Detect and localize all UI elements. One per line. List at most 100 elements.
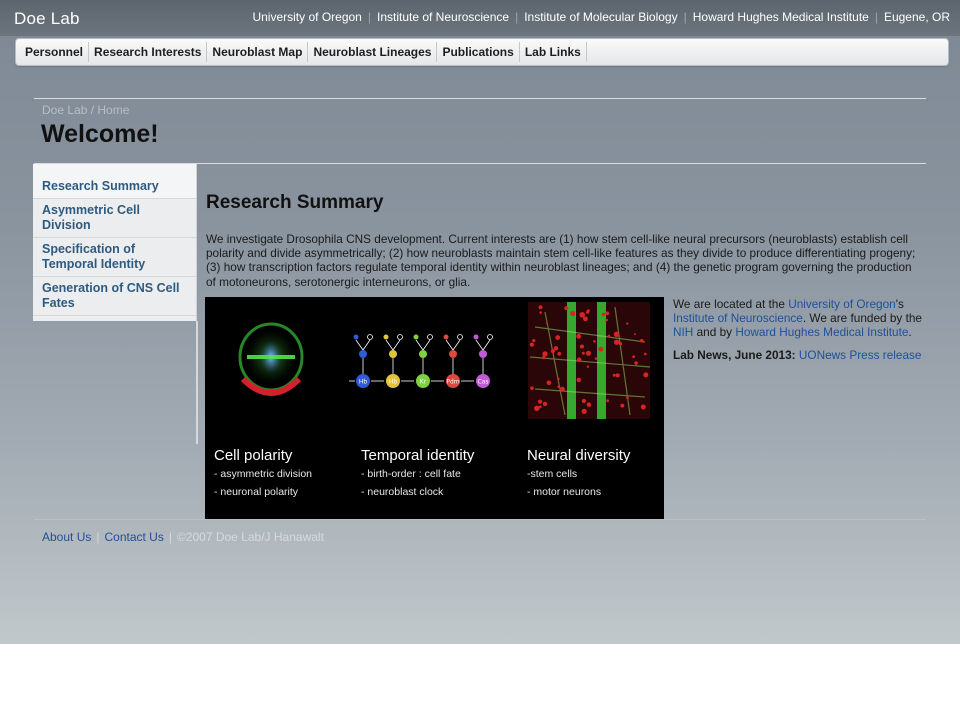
affiliation-link-university-of-oregon[interactable]: University of Oregon <box>252 10 361 24</box>
breadcrumb-root-link[interactable]: Doe Lab <box>42 103 87 117</box>
cell-dot <box>557 351 562 356</box>
cell-dot <box>626 322 629 325</box>
sidebar-item-cns-cell-fates[interactable]: Generation of CNS Cell Fates <box>33 277 196 316</box>
cell-dot <box>530 386 534 390</box>
cell-dot <box>605 311 610 316</box>
footer-contact-link[interactable]: Contact Us <box>104 530 163 544</box>
cell-dot <box>559 386 565 392</box>
figure-panel-heading: Cell polarity <box>214 447 293 464</box>
footer-about-link[interactable]: About Us <box>42 530 91 544</box>
info-text: 's <box>895 297 904 311</box>
info-text: and by <box>693 324 736 339</box>
cell-dot <box>553 346 559 351</box>
info-text: . <box>908 324 912 339</box>
breadcrumb: Doe Lab / Home <box>42 103 129 117</box>
sidebar-item-asymmetric-cell-division[interactable]: Asymmetric Cell Division <box>33 199 196 238</box>
info-text: . We are funded by the <box>802 310 922 325</box>
separator: | <box>683 10 687 24</box>
affiliation-links: University of Oregon | Institute of Neur… <box>252 10 950 24</box>
cell-dot <box>576 377 581 383</box>
figure-panel-neural-diversity: Neural diversity -stem cells - motor neu… <box>527 447 630 501</box>
research-summary-text: We investigate Drosophila CNS developmen… <box>206 232 916 289</box>
cell-dot <box>606 399 609 403</box>
cell-dot <box>546 380 552 386</box>
factor-node-small <box>427 334 433 340</box>
affiliation-link-hhmi[interactable]: Howard Hughes Medical Institute <box>693 10 869 24</box>
cell-dot <box>576 357 582 362</box>
page-background: Doe Lab University of Oregon | Institute… <box>0 0 960 644</box>
top-header: Doe Lab University of Oregon | Institute… <box>0 0 960 36</box>
location-paragraph: We are located at the University of Oreg… <box>673 297 923 339</box>
factor-node-mid <box>479 350 487 358</box>
cell-dot <box>601 312 606 317</box>
nav-item-neuroblast-lineages[interactable]: Neuroblast Lineages <box>308 42 438 62</box>
factor-node-mid <box>449 350 457 358</box>
cell-dot <box>586 310 590 314</box>
cell-dot <box>634 361 638 365</box>
news-label: Lab News, June 2013: <box>673 348 796 363</box>
cell-dot <box>634 333 636 336</box>
nav-item-lab-links[interactable]: Lab Links <box>520 42 587 62</box>
nav-item-publications[interactable]: Publications <box>437 42 520 62</box>
cell-dot <box>557 377 560 381</box>
cell-dot <box>538 405 542 409</box>
cell-dot <box>612 373 616 377</box>
cell-dot <box>580 344 584 349</box>
factor-label: Pdm <box>446 379 459 386</box>
page-title: Welcome! <box>41 120 159 148</box>
separator: | <box>168 530 172 544</box>
nav-item-research-interests[interactable]: Research Interests <box>89 42 208 62</box>
factor-branch <box>355 339 371 351</box>
nav-item-neuroblast-map[interactable]: Neuroblast Map <box>207 42 309 62</box>
figure-panel-line: - motor neurons <box>527 486 602 498</box>
cell-dot <box>581 351 585 355</box>
factor-node-small <box>367 334 373 340</box>
link-nih[interactable]: NIH <box>673 325 693 339</box>
cell-dot <box>557 385 560 388</box>
link-university-of-oregon[interactable]: University of Oregon <box>788 297 896 311</box>
cell-dot <box>640 404 646 410</box>
cell-dot <box>586 350 591 356</box>
cell-dot <box>613 331 620 337</box>
news-press-release-link[interactable]: UONews Press release <box>799 348 922 362</box>
figure-panel-line: -stem cells <box>527 468 578 480</box>
factor-label: Cas <box>478 379 489 386</box>
link-hhmi[interactable]: Howard Hughes Medical Institute <box>735 325 908 339</box>
cell-dot <box>614 339 620 345</box>
cell-dot <box>550 349 555 354</box>
factor-branch <box>415 339 431 351</box>
cell-dot <box>586 365 590 368</box>
figure-panel-line: - neuronal polarity <box>214 486 299 498</box>
cell-polarity-image <box>238 322 304 396</box>
divider <box>34 98 926 99</box>
factor-node-small <box>443 334 449 340</box>
cell-dot <box>594 357 598 360</box>
sidebar-item-research-summary[interactable]: Research Summary <box>33 164 196 199</box>
factor-node-small <box>397 334 403 340</box>
factor-node-mid <box>359 350 367 358</box>
factor-node-mid <box>389 350 397 358</box>
figure-panel-line: - birth-order : cell fate <box>361 468 461 480</box>
site-title[interactable]: Doe Lab <box>14 9 80 29</box>
cell-dot <box>607 334 611 338</box>
sidebar-item-temporal-identity[interactable]: Specification of Temporal Identity <box>33 238 196 277</box>
factor-node-small <box>457 334 463 340</box>
cell-dot <box>564 306 569 311</box>
cell-dot <box>619 342 623 346</box>
copyright-text: ©2007 Doe Lab/J Hanawalt <box>176 530 324 544</box>
link-institute-of-neuroscience[interactable]: Institute of Neuroscience <box>673 311 803 325</box>
cell-dot <box>581 408 587 414</box>
factor-node-small <box>353 334 359 340</box>
factor-node-small <box>383 334 389 340</box>
neural-diversity-image <box>528 302 651 419</box>
cell-dot <box>532 339 536 343</box>
cell-dot <box>586 402 592 407</box>
cell-dot <box>643 372 649 378</box>
factor-label: Kr <box>420 379 427 386</box>
nav-item-personnel[interactable]: Personnel <box>20 42 90 62</box>
separator: | <box>367 10 371 24</box>
affiliation-link-institute-of-neuroscience[interactable]: Institute of Neuroscience <box>377 10 509 24</box>
affiliation-link-molecular-biology[interactable]: Institute of Molecular Biology <box>524 10 677 24</box>
separator: | <box>515 10 519 24</box>
main-navigation: Personnel Research Interests Neuroblast … <box>15 38 949 66</box>
